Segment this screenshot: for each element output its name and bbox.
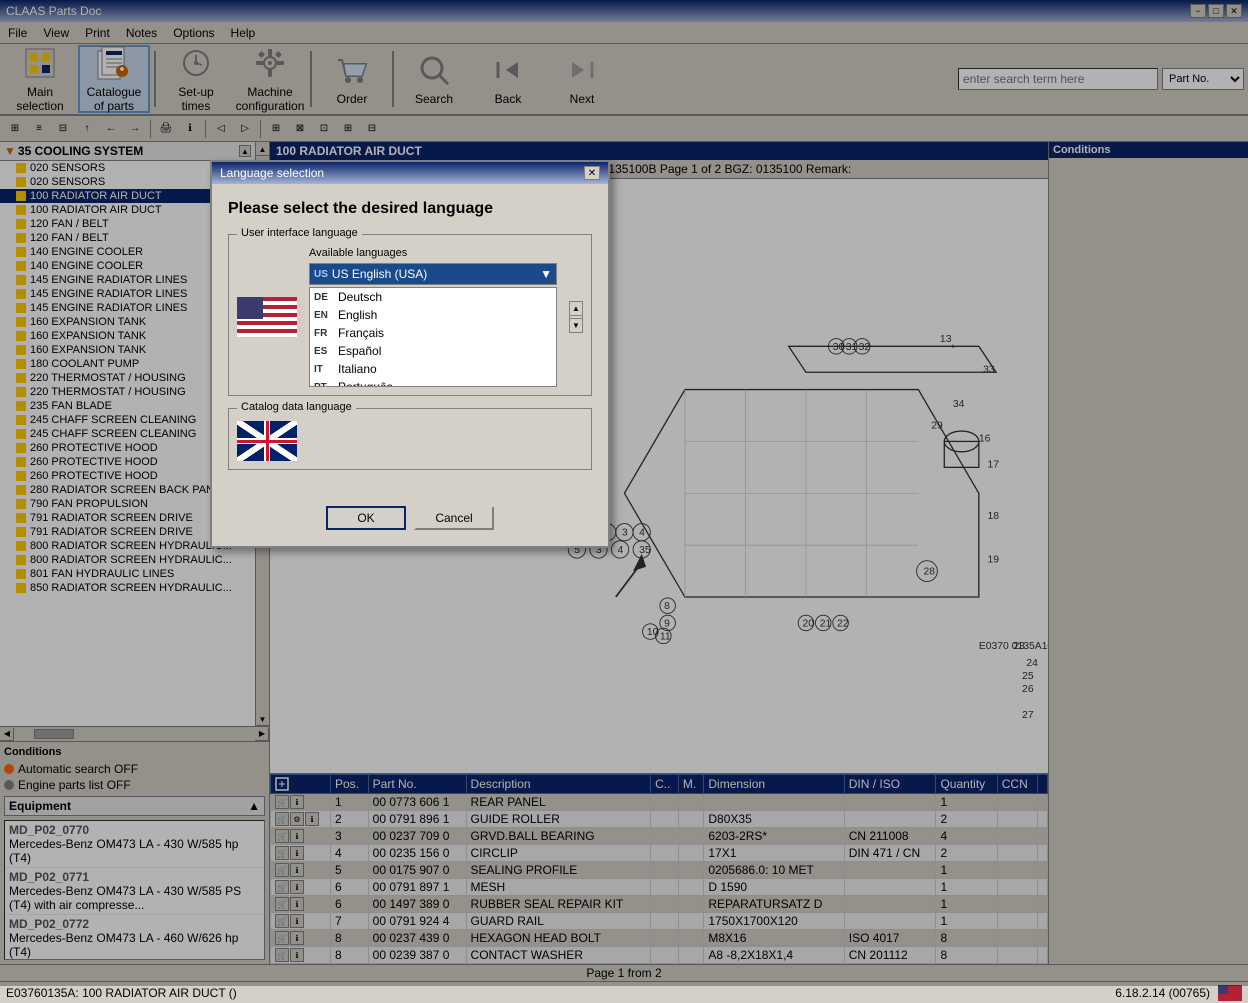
uk-flag bbox=[237, 421, 297, 461]
language-list: DEDeutsch ENEnglish FRFrançais ESEspañol bbox=[309, 287, 557, 387]
modal-header: Language selection ✕ bbox=[212, 162, 608, 184]
dropdown-arrow: ▼ bbox=[540, 267, 552, 281]
modal-footer: OK Cancel bbox=[212, 498, 608, 546]
us-flag bbox=[237, 297, 297, 337]
status-version: 6.18.2.14 (00765) bbox=[1115, 986, 1210, 1000]
modal-overlay: Language selection ✕ Please select the d… bbox=[0, 0, 1248, 986]
selected-language: US English (USA) bbox=[332, 267, 427, 281]
catalog-language-label: Catalog data language bbox=[237, 401, 356, 413]
modal-title: Language selection bbox=[220, 166, 324, 180]
status-flag bbox=[1218, 985, 1242, 1001]
status-right: 6.18.2.14 (00765) bbox=[1115, 985, 1242, 1001]
modal-heading: Please select the desired language bbox=[228, 200, 592, 218]
ui-language-content: Available languages US US English (USA) … bbox=[237, 247, 583, 387]
ui-language-select-area: Available languages US US English (USA) … bbox=[309, 247, 557, 387]
language-dropdown-selected[interactable]: US US English (USA) ▼ bbox=[309, 263, 557, 285]
modal-close-button[interactable]: ✕ bbox=[584, 166, 600, 180]
available-languages-label: Available languages bbox=[309, 247, 557, 259]
lang-en[interactable]: ENEnglish bbox=[310, 306, 556, 324]
status-left: E03760135A: 100 RADIATOR AIR DUCT () bbox=[6, 986, 237, 1000]
cancel-button[interactable]: Cancel bbox=[414, 506, 494, 530]
catalog-language-section: Catalog data language bbox=[228, 408, 592, 470]
lang-it[interactable]: ITItaliano bbox=[310, 360, 556, 378]
lang-pt[interactable]: PTPortuguês bbox=[310, 378, 556, 387]
lang-scroll-down[interactable]: ▼ bbox=[570, 318, 582, 332]
ui-language-label: User interface language bbox=[237, 227, 362, 239]
catalog-language-content bbox=[237, 421, 583, 461]
lang-list-scrollbar[interactable]: ▲ ▼ bbox=[569, 301, 583, 333]
lang-es[interactable]: ESEspañol bbox=[310, 342, 556, 360]
ui-language-section: User interface language bbox=[228, 234, 592, 396]
language-dialog: Language selection ✕ Please select the d… bbox=[210, 160, 610, 548]
ok-button[interactable]: OK bbox=[326, 506, 406, 530]
lang-de[interactable]: DEDeutsch bbox=[310, 288, 556, 306]
lang-scroll-up[interactable]: ▲ bbox=[570, 302, 582, 316]
modal-body: Please select the desired language User … bbox=[212, 184, 608, 498]
catalog-lang-placeholder bbox=[309, 437, 583, 445]
lang-fr[interactable]: FRFrançais bbox=[310, 324, 556, 342]
